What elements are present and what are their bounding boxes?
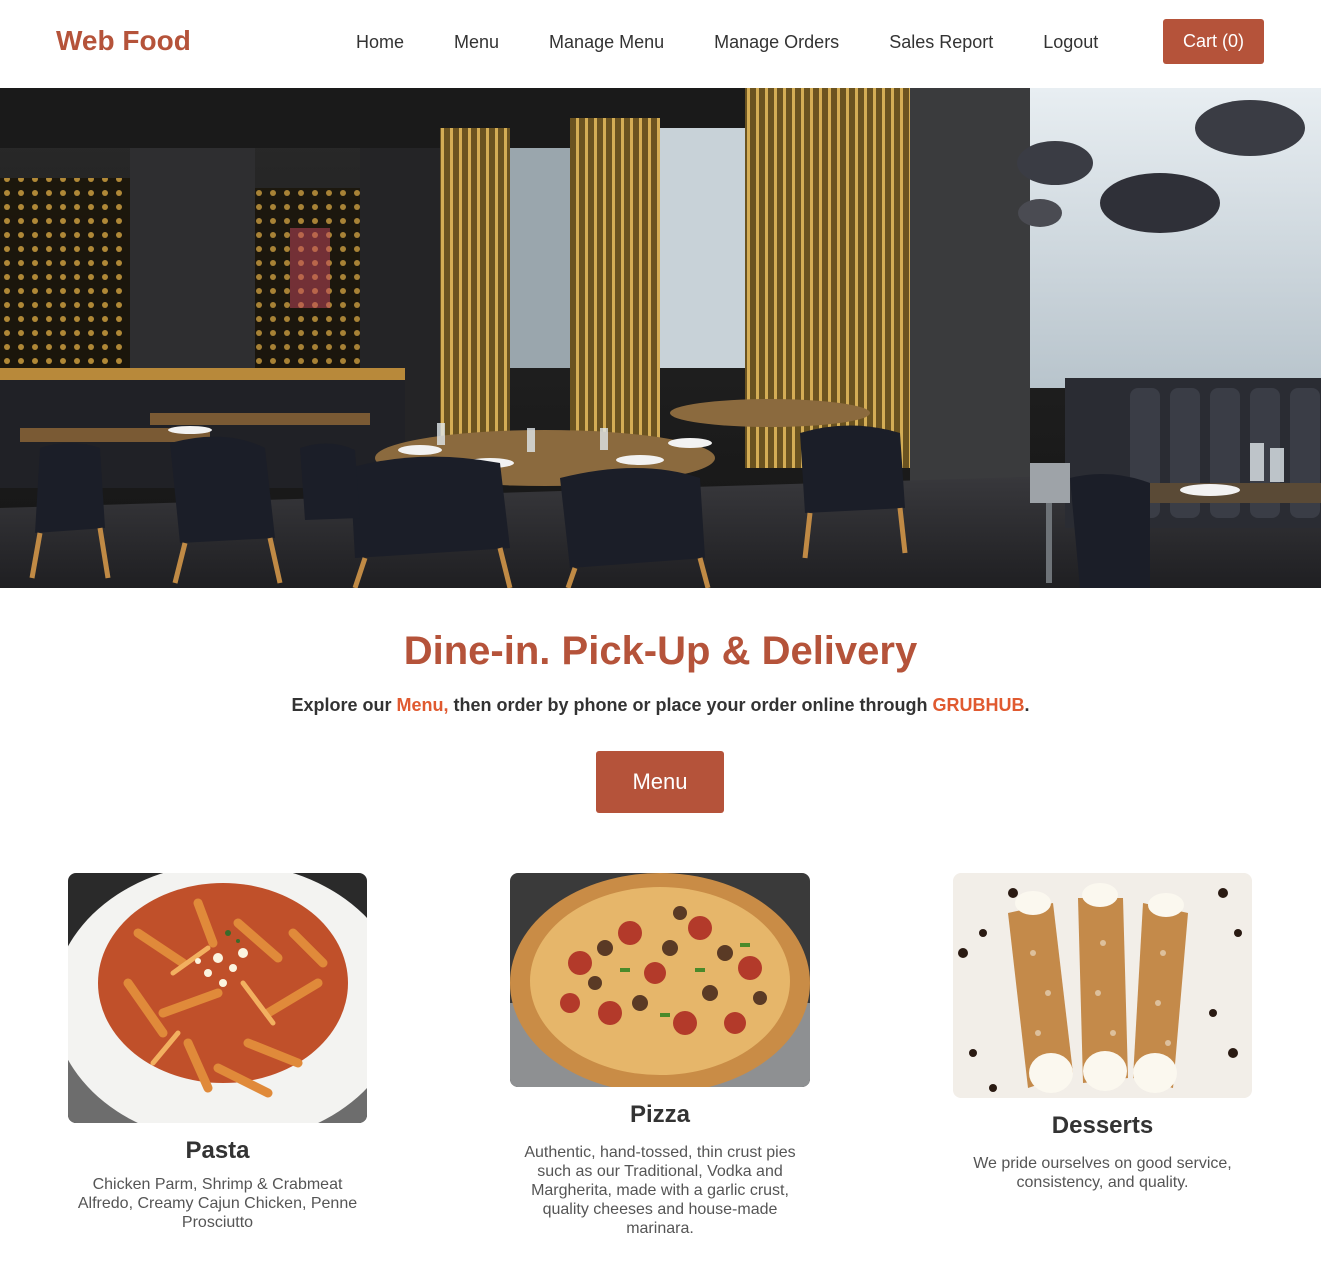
tagline-prefix: Explore our	[291, 695, 397, 715]
nav-manage-orders[interactable]: Manage Orders	[714, 30, 839, 54]
brand-logo[interactable]: Web Food	[56, 24, 191, 58]
nav-home[interactable]: Home	[356, 30, 404, 54]
tagline: Explore our Menu, then order by phone or…	[0, 694, 1321, 716]
pizza-photo	[510, 873, 810, 1087]
cannoli-photo	[953, 873, 1252, 1098]
category-card-desserts: Desserts We pride ourselves on good serv…	[953, 873, 1252, 1192]
card-title: Pasta	[185, 1137, 250, 1164]
menu-button[interactable]: Menu	[596, 751, 724, 813]
nav-sales-report[interactable]: Sales Report	[889, 30, 993, 54]
tagline-grubhub-link[interactable]: GRUBHUB	[933, 695, 1025, 715]
page-headline: Dine-in. Pick-Up & Delivery	[403, 629, 918, 673]
card-title: Desserts	[1051, 1112, 1154, 1139]
navbar: Web Food Home Menu Manage Menu Manage Or…	[0, 0, 1321, 88]
category-card-pizza: Pizza Authentic, hand-tossed, thin crust…	[510, 873, 810, 1238]
tagline-suffix: .	[1024, 695, 1030, 715]
nav-logout[interactable]: Logout	[1043, 30, 1098, 54]
card-description: We pride ourselves on good service, cons…	[973, 1155, 1232, 1191]
restaurant-interior-photo	[0, 88, 1321, 588]
nav-links: Home Menu Manage Menu Manage Orders Sale…	[356, 30, 1148, 54]
hero-image	[0, 88, 1321, 588]
tagline-menu-link[interactable]: Menu,	[396, 695, 448, 715]
tagline-middle: then order by phone or place your order …	[448, 695, 933, 715]
card-description: Chicken Parm, Shrimp & Crabmeat Alfredo,…	[77, 1176, 358, 1231]
pasta-photo	[68, 873, 367, 1123]
card-description: Authentic, hand-tossed, thin crust pies …	[524, 1144, 796, 1237]
nav-menu[interactable]: Menu	[454, 30, 499, 54]
nav-manage-menu[interactable]: Manage Menu	[549, 30, 664, 54]
cart-button[interactable]: Cart (0)	[1163, 19, 1264, 64]
category-card-pasta: Pasta Chicken Parm, Shrimp & Crabmeat Al…	[68, 873, 367, 1232]
card-title: Pizza	[629, 1101, 691, 1128]
